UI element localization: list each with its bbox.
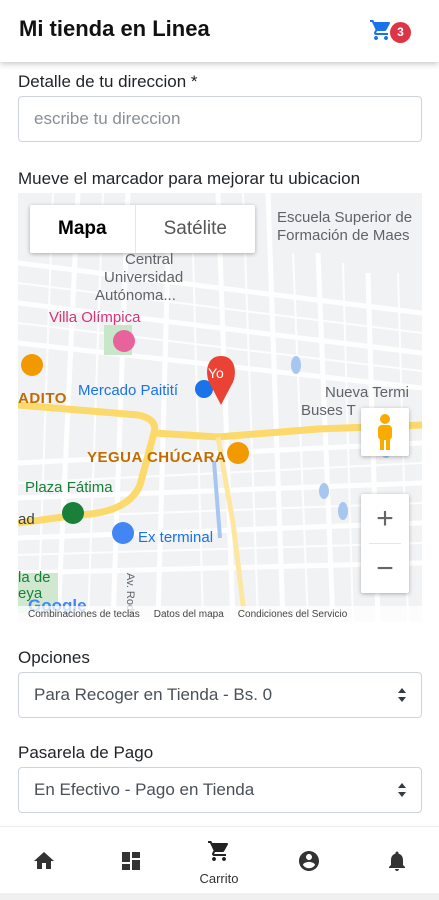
home-icon	[34, 852, 54, 869]
map-label-buses: Buses T	[301, 402, 356, 419]
select-arrow-icon	[398, 688, 406, 702]
map-label-plaza-fatima: Plaza Fátima	[25, 479, 113, 496]
bottom-navigation: Carrito	[0, 826, 439, 900]
options-label: Opciones	[18, 648, 90, 667]
nav-dashboard[interactable]	[101, 827, 161, 893]
cart-button[interactable]: 3	[368, 18, 414, 46]
payment-label: Pasarela de Pago	[18, 743, 154, 762]
map-label-villa-olimpica: Villa Olímpica	[49, 309, 141, 326]
bell-icon	[389, 851, 405, 871]
map-label-yegua-chucara: YEGUA CHÚCARA	[87, 449, 227, 466]
map-label-formacion: Formación de Maes	[277, 227, 410, 244]
location-marker-label[interactable]: Yo	[208, 365, 224, 381]
map-footer: Combinaciones de teclas Datos del mapa C…	[18, 606, 422, 622]
map-label-nueva-terminal: Nueva Termi	[325, 384, 409, 401]
cart-count-badge: 3	[390, 22, 411, 43]
map-label-universidad: Universidad	[104, 269, 184, 286]
nav-cart-label: Carrito	[199, 871, 239, 886]
map-label-escuela: Escuela Superior de	[277, 209, 413, 226]
map-type-map-button[interactable]: Mapa	[30, 205, 135, 253]
map-label-mercado: Mercado Paitití	[78, 382, 179, 399]
nav-account[interactable]	[279, 827, 339, 893]
map-type-control: Mapa Satélite	[30, 205, 255, 253]
nav-notifications[interactable]	[367, 827, 427, 893]
options-selected-value: Para Recoger en Tienda - Bs. 0	[34, 685, 273, 704]
account-icon	[299, 851, 319, 871]
payment-selected-value: En Efectivo - Pago en Tienda	[34, 780, 255, 799]
map-label-la-de: la de	[18, 569, 51, 586]
pegman-icon	[378, 414, 392, 450]
location-map[interactable]: Mapa Satélite Escuela Superior de Formac…	[18, 193, 422, 622]
keyboard-shortcuts-link[interactable]: Combinaciones de teclas	[28, 609, 140, 620]
map-label-central: Central	[125, 251, 174, 268]
zoom-out-button[interactable]: −	[361, 544, 409, 593]
dashboard-icon	[122, 852, 140, 870]
map-label-adito: ADITO	[18, 390, 67, 407]
payment-select[interactable]: En Efectivo - Pago en Tienda	[18, 767, 422, 813]
map-type-satellite-button[interactable]: Satélite	[134, 205, 255, 253]
map-label-ad: ad	[18, 511, 35, 528]
cart-icon	[208, 841, 229, 861]
map-label-ex-terminal: Ex terminal	[138, 529, 214, 546]
address-input[interactable]	[18, 96, 422, 142]
options-select[interactable]: Para Recoger en Tienda - Bs. 0	[18, 672, 422, 718]
app-header: Mi tienda en Linea 3	[0, 0, 439, 62]
select-arrow-icon	[398, 783, 406, 797]
terms-link[interactable]: Condiciones del Servicio	[238, 609, 348, 620]
zoom-in-button[interactable]: +	[361, 494, 409, 543]
zoom-control: + −	[361, 494, 409, 593]
map-instruction-label: Mueve el marcador para mejorar tu ubicac…	[18, 169, 361, 188]
street-view-button[interactable]	[361, 408, 409, 456]
address-label: Detalle de tu direccion *	[18, 72, 198, 91]
map-data-link[interactable]: Datos del mapa	[154, 609, 224, 620]
app-title: Mi tienda en Linea	[19, 16, 210, 41]
nav-cart[interactable]: Carrito	[189, 827, 249, 893]
map-label-autonoma: Autónoma...	[95, 287, 176, 304]
nav-home[interactable]	[14, 827, 74, 893]
